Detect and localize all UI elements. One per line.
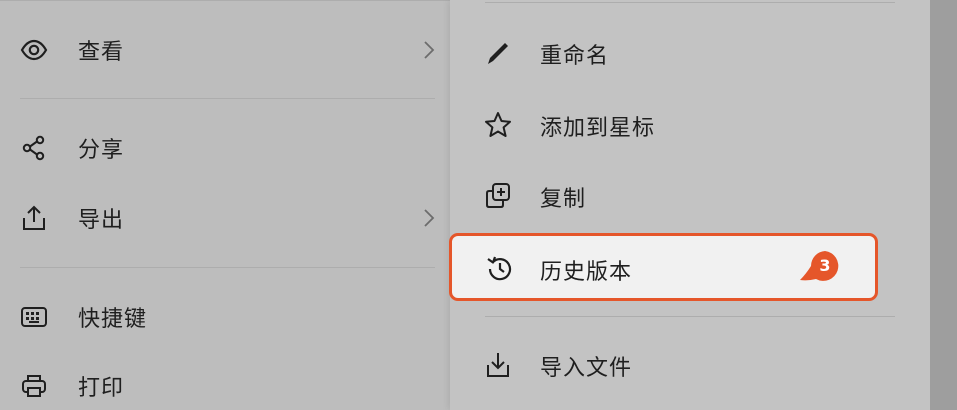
menu-item-import-file[interactable]: 导入文件 (450, 340, 930, 390)
menu-item-label: 分享 (78, 138, 125, 163)
menu-item-label: 打印 (78, 376, 125, 401)
context-menu: 查看 分享 导出 快捷键 打印 (0, 0, 450, 410)
pencil-icon (483, 39, 513, 67)
submenu: 重命名 添加到星标 复制 导入文件 (450, 0, 930, 410)
history-icon (485, 255, 515, 283)
menu-item-print[interactable]: 打印 (0, 364, 450, 408)
menu-divider (0, 0, 450, 1)
printer-icon (20, 372, 48, 400)
star-icon (483, 111, 513, 139)
menu-item-label: 导入文件 (540, 356, 633, 381)
share-icon (20, 134, 48, 162)
chevron-right-icon (420, 38, 438, 62)
menu-item-rename[interactable]: 重命名 (450, 28, 930, 78)
menu-item-export[interactable]: 导出 (0, 196, 450, 240)
menu-item-add-star[interactable]: 添加到星标 (450, 100, 930, 150)
menu-item-share[interactable]: 分享 (0, 126, 450, 170)
keyboard-icon (20, 303, 48, 331)
duplicate-icon (483, 182, 513, 210)
menu-divider (20, 267, 435, 268)
chevron-right-icon (420, 206, 438, 230)
import-icon (483, 351, 513, 379)
menu-item-view[interactable]: 查看 (0, 28, 450, 72)
menu-item-label: 查看 (78, 40, 125, 65)
menu-item-label: 历史版本 (540, 260, 633, 285)
menu-divider (485, 2, 895, 3)
menu-item-duplicate[interactable]: 复制 (450, 171, 930, 221)
menu-divider (20, 98, 435, 99)
background-edge (930, 0, 957, 410)
context-menu-screen: 查看 分享 导出 快捷键 打印 重命名 添加到星标 复制 导入文件 历史版本 3 (0, 0, 957, 410)
notification-badge: 3 (792, 248, 846, 288)
menu-item-label: 复制 (540, 187, 587, 212)
menu-item-shortcuts[interactable]: 快捷键 (0, 295, 450, 339)
menu-divider (485, 316, 895, 317)
menu-item-label: 添加到星标 (540, 116, 656, 141)
menu-item-history-versions[interactable]: 历史版本 3 (449, 233, 878, 301)
menu-item-label: 快捷键 (78, 307, 148, 332)
badge-count: 3 (819, 256, 831, 275)
menu-item-label: 导出 (78, 208, 125, 233)
export-icon (20, 204, 48, 232)
eye-icon (20, 36, 48, 64)
menu-item-label: 重命名 (540, 44, 610, 69)
